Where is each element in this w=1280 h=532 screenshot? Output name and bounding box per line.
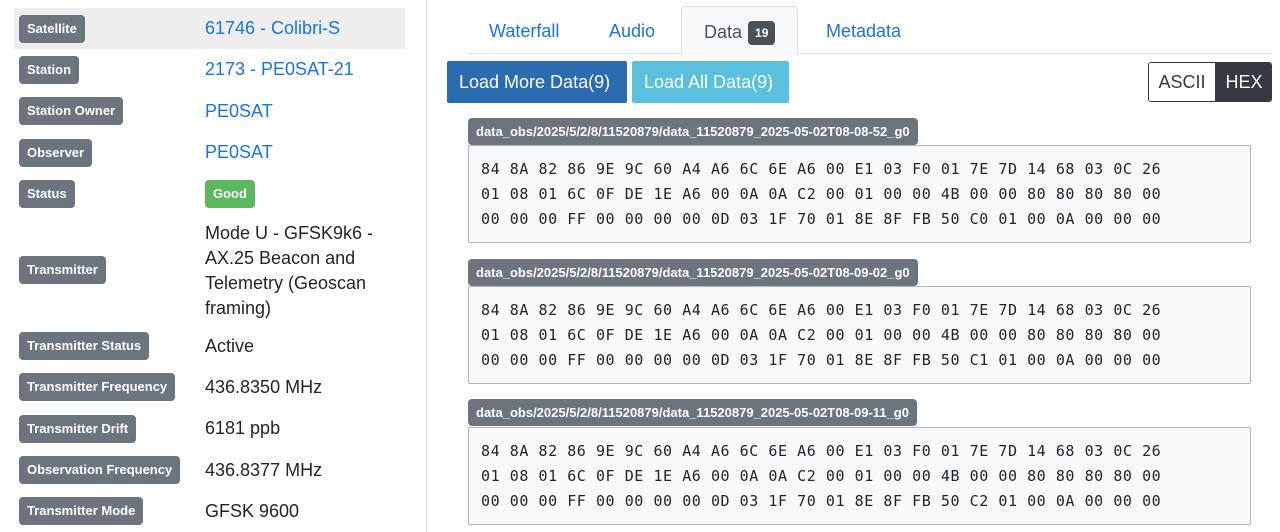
detail-row-observer: Observer PE0SAT (14, 131, 405, 172)
detail-label: Transmitter Status (19, 332, 150, 360)
detail-label: Observer (19, 139, 93, 167)
detail-label: Transmitter Mode (19, 497, 144, 525)
detail-label: Station Owner (19, 97, 124, 125)
load-all-data-button[interactable]: Load All Data(9) (632, 61, 789, 103)
data-count-badge: 19 (748, 21, 776, 45)
detail-label: Transmitter Frequency (19, 373, 176, 401)
detail-label: Status (19, 180, 75, 208)
detail-label: Transmitter Drift (19, 415, 137, 443)
tab-audio[interactable]: Audio (609, 6, 655, 55)
detail-label: Observation Frequency (19, 456, 181, 484)
frame-hex-content: 84 8A 82 86 9E 9C 60 A4 A6 6C 6E A6 00 E… (468, 286, 1251, 384)
detail-row-transmitter: Transmitter Mode U - GFSK9k6 - AX.25 Bea… (14, 213, 405, 325)
frame-filename: data_obs/2025/5/2/8/11520879/data_115208… (468, 118, 918, 145)
ascii-toggle-button[interactable]: ASCII (1149, 63, 1215, 101)
detail-label: Transmitter (19, 256, 106, 284)
detail-row-observation-frequency: Observation Frequency 436.8377 MHz (14, 449, 405, 490)
frame-filename: data_obs/2025/5/2/8/11520879/data_115208… (468, 259, 918, 286)
frame-hex-content: 84 8A 82 86 9E 9C 60 A4 A6 6C 6E A6 00 E… (468, 145, 1251, 243)
detail-row-transmitter-frequency: Transmitter Frequency 436.8350 MHz (14, 367, 405, 408)
detail-row-status: Status Good (14, 172, 405, 213)
tab-data[interactable]: Data 19 (681, 6, 799, 55)
detail-row-transmitter-drift: Transmitter Drift 6181 ppb (14, 408, 405, 449)
transmitter-frequency-value: 436.8350 MHz (205, 377, 323, 397)
observation-tabs: Waterfall Audio Data 19 Metadata (468, 6, 1272, 55)
station-link[interactable]: 2173 - PE0SAT-21 (205, 57, 354, 82)
detail-label: Satellite (19, 15, 85, 43)
detail-row-station-owner: Station Owner PE0SAT (14, 90, 405, 131)
format-toggle: ASCII HEX (1148, 62, 1272, 102)
detail-row-station: Station 2173 - PE0SAT-21 (14, 49, 405, 90)
transmitter-description: Mode U - GFSK9k6 - AX.25 Beacon and Tele… (205, 223, 374, 318)
transmitter-drift-value: 6181 ppb (205, 418, 281, 438)
frame-hex-content: 84 8A 82 86 9E 9C 60 A4 A6 6C 6E A6 00 E… (468, 427, 1251, 525)
hex-toggle-button[interactable]: HEX (1215, 63, 1271, 101)
transmitter-status-value: Active (205, 336, 255, 356)
tab-metadata[interactable]: Metadata (826, 6, 901, 55)
detail-row-transmitter-mode: Transmitter Mode GFSK 9600 (14, 490, 405, 531)
transmitter-mode-value: GFSK 9600 (205, 501, 300, 521)
status-badge: Good (205, 180, 255, 208)
tab-data-label: Data (704, 22, 743, 42)
satellite-link[interactable]: 61746 - Colibri-S (205, 16, 340, 41)
detail-label: Station (19, 56, 80, 84)
observation-details: Satellite 61746 - Colibri-S Station 2173… (0, 0, 427, 532)
tab-waterfall[interactable]: Waterfall (489, 6, 559, 55)
detail-row-transmitter-status: Transmitter Status Active (14, 326, 405, 367)
observer-link[interactable]: PE0SAT (205, 140, 273, 165)
observation-frequency-value: 436.8377 MHz (205, 460, 323, 480)
detail-row-satellite: Satellite 61746 - Colibri-S (14, 8, 405, 49)
load-more-data-button[interactable]: Load More Data(9) (447, 61, 627, 103)
frame-filename: data_obs/2025/5/2/8/11520879/data_115208… (468, 399, 917, 426)
station-owner-link[interactable]: PE0SAT (205, 99, 273, 124)
